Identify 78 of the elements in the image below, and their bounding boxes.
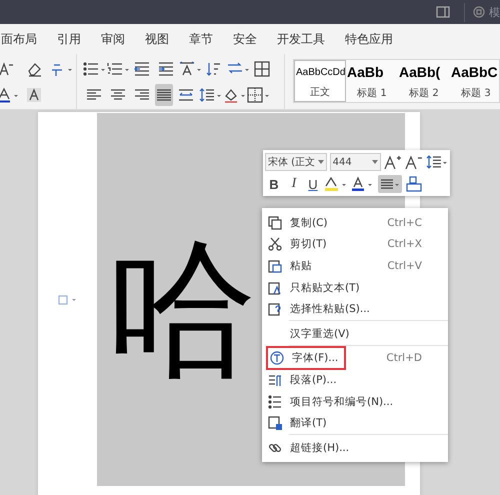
distribute-icon[interactable]	[178, 86, 194, 102]
shortcut-text: Ctrl+X	[387, 238, 422, 250]
font-size-field[interactable]: 444	[330, 153, 382, 171]
align-center-icon[interactable]	[110, 86, 126, 102]
font-shrink-icon[interactable]	[0, 60, 15, 76]
circled-t-icon	[270, 351, 284, 366]
shading-icon[interactable]	[223, 86, 245, 102]
ribbon-tab[interactable]: 引用	[57, 30, 81, 48]
eraser-icon[interactable]	[26, 60, 42, 76]
menu-item-label[interactable]: 段落(P)...	[290, 372, 337, 387]
style-label: 标题 1	[357, 86, 387, 100]
sidebar-toggle-icon[interactable]	[436, 6, 450, 18]
shrink-font-icon[interactable]	[405, 154, 424, 170]
menu-item-label[interactable]: 粘贴	[290, 258, 312, 273]
template-icon[interactable]	[473, 6, 485, 18]
font-color-icon[interactable]	[351, 176, 375, 192]
grow-font-icon[interactable]	[384, 154, 402, 170]
justify-icon[interactable]	[156, 86, 172, 102]
style-preset[interactable]: AaBb( 标题 2	[398, 60, 450, 102]
ribbon-tab[interactable]: 安全	[233, 30, 257, 48]
ribbon-tab[interactable]: 面布局	[1, 30, 37, 48]
style-sample: AaBb(	[399, 63, 440, 82]
paragraph-icon	[268, 372, 282, 387]
menu-item-label[interactable]: 复制(C)	[290, 216, 328, 230]
scissors-icon	[268, 237, 282, 252]
text-spacing-icon[interactable]	[179, 60, 201, 76]
border-icon[interactable]	[247, 86, 269, 102]
style-label: 标题 3	[461, 86, 491, 100]
line-spacing-icon[interactable]	[199, 86, 221, 102]
align-right-icon[interactable]	[134, 86, 150, 102]
clipboard-text-icon	[268, 280, 282, 295]
menu-item-label[interactable]: 项目符号和编号(N)...	[290, 394, 394, 409]
line-spacing-icon[interactable]	[426, 154, 448, 170]
style-preset[interactable]: AaBbCcDd 正文	[294, 60, 346, 102]
ribbon-tab[interactable]: 审阅	[101, 30, 125, 48]
caret-icon	[318, 160, 324, 164]
numbered-list-icon[interactable]	[107, 60, 129, 76]
style-sample: AaBbC	[451, 63, 498, 82]
menu-item-label[interactable]: 字体(F)...	[292, 351, 338, 366]
align-left-icon[interactable]	[86, 86, 102, 102]
shortcut-text: Ctrl+C	[387, 216, 422, 229]
shortcut-text: Ctrl+V	[387, 260, 422, 272]
bullet-list-icon[interactable]	[83, 60, 105, 76]
style-label: 正文	[310, 86, 330, 99]
style-label: 标题 2	[409, 86, 439, 100]
decrease-indent-icon[interactable]	[134, 60, 150, 76]
font-color-icon[interactable]	[0, 86, 18, 102]
bold-button[interactable]: B	[265, 176, 283, 192]
style-sample: AaBbCcDd	[296, 67, 345, 78]
highlighter-icon[interactable]	[324, 176, 348, 192]
format-painter-icon[interactable]	[405, 176, 423, 192]
increase-indent-icon[interactable]	[158, 60, 174, 76]
sort-icon[interactable]	[206, 60, 222, 76]
style-preset[interactable]: AaBb 标题 1	[346, 60, 398, 102]
menu-item-label[interactable]: 选择性粘贴(S)...	[290, 302, 370, 316]
italic-button[interactable]: I	[286, 176, 302, 192]
menu-item-label[interactable]: 汉字重选(V)	[290, 326, 350, 341]
menu-item-label[interactable]: 超链接(H)...	[290, 440, 350, 455]
shortcut-text: Ctrl+D	[386, 352, 422, 364]
copy-icon	[268, 216, 282, 230]
ribbon-tab[interactable]: 章节	[189, 30, 213, 48]
underline-button[interactable]: U	[305, 176, 321, 192]
menu-item-label[interactable]: 只粘贴文本(T)	[290, 280, 360, 295]
char-shading-icon[interactable]	[26, 86, 42, 102]
menu-item-label[interactable]: 剪切(T)	[290, 237, 327, 252]
clipboard-icon	[268, 258, 282, 273]
style-sample: AaBb	[347, 63, 384, 82]
table-insert-icon[interactable]	[254, 60, 270, 76]
ribbon-tab[interactable]: 开发工具	[277, 30, 325, 48]
ribbon-tab[interactable]: 特色应用	[345, 30, 393, 48]
ribbon-tab[interactable]: 视图	[145, 30, 169, 48]
bullet-list-icon	[268, 394, 282, 409]
document-text: 哈	[107, 233, 257, 390]
font-name-field[interactable]: 宋体 (正文	[265, 153, 327, 171]
caret-icon	[372, 160, 378, 164]
menu-item-label[interactable]: 翻译(T)	[290, 416, 327, 430]
clipboard-question-icon	[268, 302, 282, 316]
style-preset[interactable]: AaBbC 标题 3	[450, 60, 499, 102]
